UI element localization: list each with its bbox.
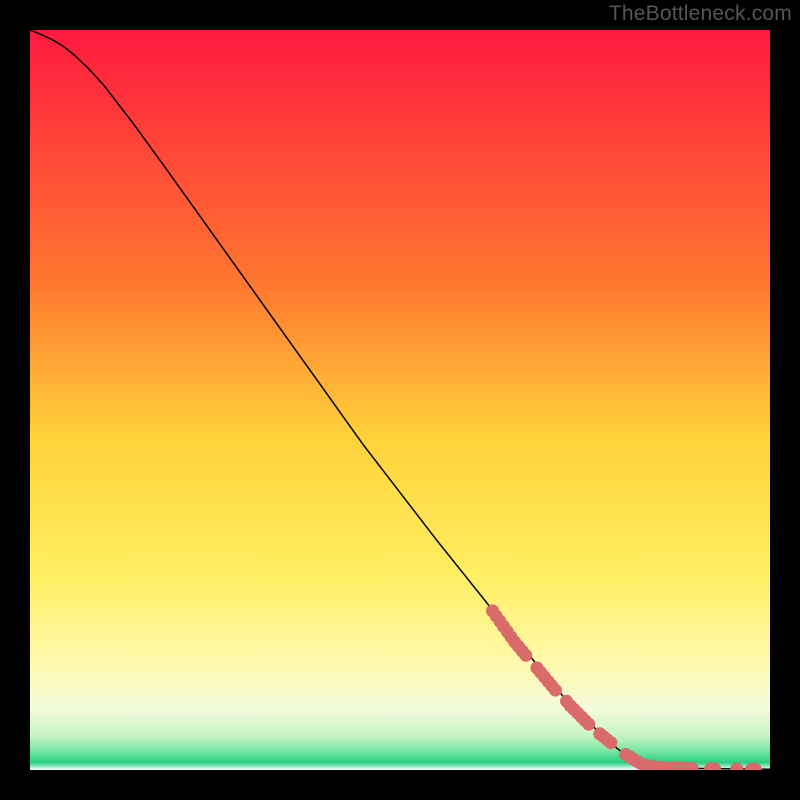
chart-frame: TheBottleneck.com (0, 0, 800, 800)
data-point (582, 718, 595, 731)
plot-area (30, 30, 770, 770)
watermark-text: TheBottleneck.com (609, 2, 792, 26)
chart-overlay (30, 30, 770, 770)
data-point (549, 684, 562, 697)
scatter-points (486, 604, 762, 770)
data-point (519, 649, 532, 662)
bottleneck-curve (30, 30, 770, 769)
data-point (604, 736, 617, 749)
data-point (730, 762, 743, 770)
